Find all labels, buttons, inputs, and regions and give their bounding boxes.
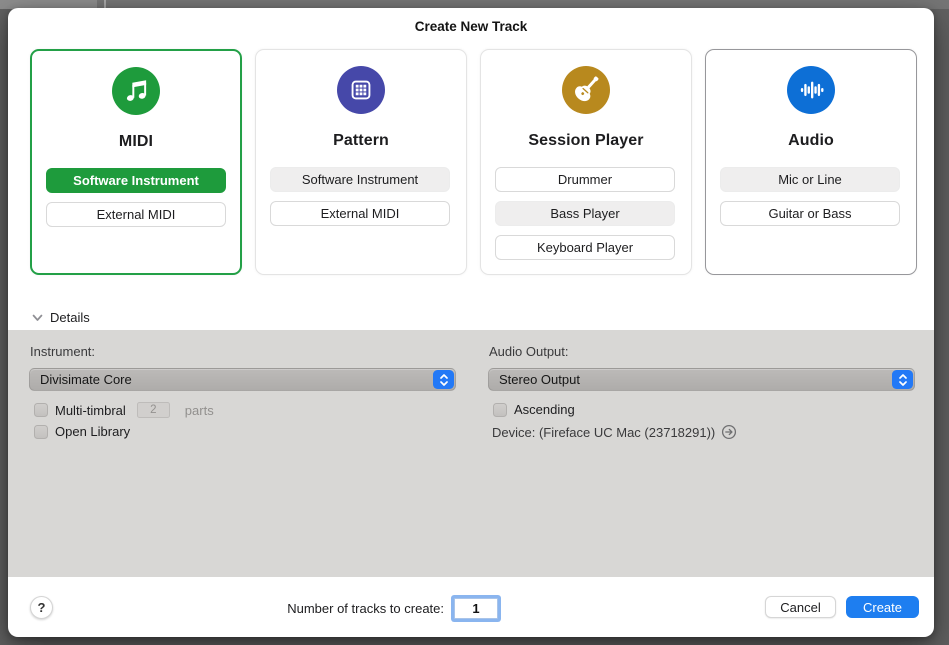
multi-timbral-row: Multi-timbral 2 parts (34, 402, 214, 418)
audio-output-value: Stereo Output (499, 369, 580, 390)
chevron-down-icon (32, 314, 43, 322)
create-new-track-dialog: Create New Track MIDI Software Instrumen… (8, 8, 934, 637)
details-disclosure[interactable]: Details (32, 310, 90, 325)
audio-guitar-or-bass-button[interactable]: Guitar or Bass (720, 201, 900, 226)
create-button[interactable]: Create (846, 596, 919, 618)
instrument-label: Instrument: (30, 344, 95, 359)
grid-icon (337, 66, 385, 114)
midi-software-instrument-button[interactable]: Software Instrument (46, 168, 226, 193)
instrument-popup[interactable]: Divisimate Core (29, 368, 456, 391)
open-library-label: Open Library (55, 424, 130, 439)
ascending-label: Ascending (514, 402, 575, 417)
details-panel: Instrument: Divisimate Core Multi-timbra… (8, 330, 934, 577)
details-label: Details (50, 310, 90, 325)
track-type-card-midi[interactable]: MIDI Software Instrument External MIDI (30, 49, 242, 275)
multi-timbral-checkbox[interactable] (34, 403, 48, 417)
pattern-software-instrument-button[interactable]: Software Instrument (270, 167, 450, 192)
ascending-row: Ascending (493, 402, 575, 417)
open-library-row: Open Library (34, 424, 130, 439)
cancel-button[interactable]: Cancel (765, 596, 836, 618)
instrument-value: Divisimate Core (40, 369, 132, 390)
audio-output-label: Audio Output: (489, 344, 569, 359)
bass-guitar-icon (562, 66, 610, 114)
popup-stepper-icon (892, 370, 913, 389)
waveform-icon (787, 66, 835, 114)
card-title-audio: Audio (706, 132, 916, 150)
midi-external-midi-button[interactable]: External MIDI (46, 202, 226, 227)
device-label: Device: (Fireface UC Mac (23718291)) (492, 425, 715, 440)
number-of-tracks-label: Number of tracks to create: (208, 601, 444, 616)
device-row: Device: (Fireface UC Mac (23718291)) (492, 424, 737, 440)
parts-label: parts (185, 403, 214, 418)
track-type-card-pattern[interactable]: Pattern Software Instrument External MID… (255, 49, 467, 275)
number-of-tracks-input[interactable] (454, 598, 498, 619)
track-type-card-session-player[interactable]: Session Player Drummer Bass Player Keybo… (480, 49, 692, 275)
card-title-midi: MIDI (32, 133, 240, 151)
track-type-card-audio[interactable]: Audio Mic or Line Guitar or Bass (705, 49, 917, 275)
card-title-pattern: Pattern (256, 132, 466, 150)
pattern-external-midi-button[interactable]: External MIDI (270, 201, 450, 226)
parts-count-field[interactable]: 2 (137, 402, 170, 418)
session-keyboard-player-button[interactable]: Keyboard Player (495, 235, 675, 260)
help-button[interactable]: ? (30, 596, 53, 619)
audio-mic-or-line-button[interactable]: Mic or Line (720, 167, 900, 192)
go-to-device-arrow-icon[interactable] (721, 424, 737, 440)
audio-output-popup[interactable]: Stereo Output (488, 368, 915, 391)
screen: Create New Track MIDI Software Instrumen… (0, 0, 949, 645)
session-bass-player-button[interactable]: Bass Player (495, 201, 675, 226)
multi-timbral-label: Multi-timbral (55, 403, 126, 418)
ascending-checkbox[interactable] (493, 403, 507, 417)
open-library-checkbox[interactable] (34, 425, 48, 439)
popup-stepper-icon (433, 370, 454, 389)
card-title-session-player: Session Player (481, 132, 691, 150)
session-drummer-button[interactable]: Drummer (495, 167, 675, 192)
dialog-title: Create New Track (8, 19, 934, 34)
music-note-icon (112, 67, 160, 115)
